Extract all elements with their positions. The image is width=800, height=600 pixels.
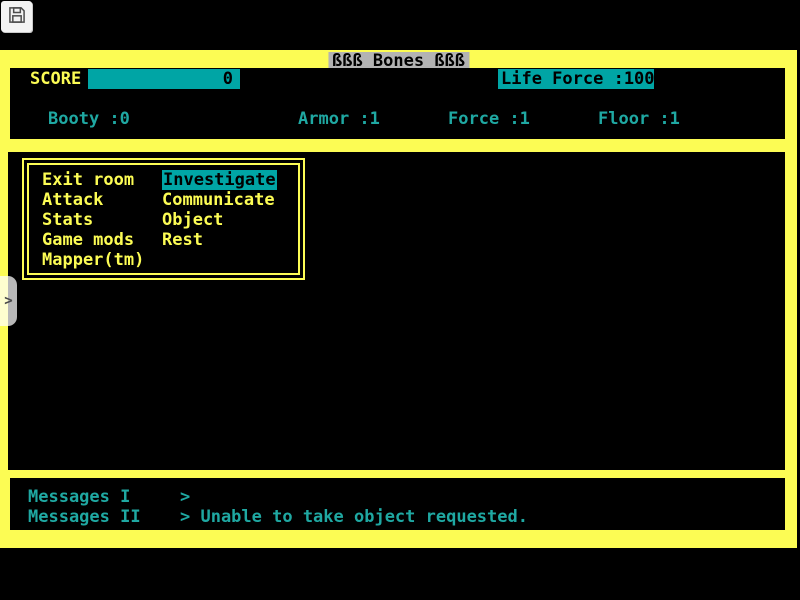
play-area: Exit room Attack Stats Game mods Mapper(… [8,152,785,470]
stat-force: Force :1 [448,109,530,129]
stat-armor: Armor :1 [298,109,380,129]
chevron-right-icon: > [4,291,12,311]
menu-item-rest[interactable]: Rest [162,230,203,250]
save-button[interactable] [1,1,32,32]
stat-booty: Booty :0 [48,109,130,129]
menu-item-exit-room[interactable]: Exit room [42,170,134,190]
drawer-handle[interactable]: > [0,276,17,326]
messages-1-text: > [180,487,190,507]
hud-panel: SCORE : 0 Life Force :100 Booty :0 Armor… [10,68,785,139]
menu-item-object[interactable]: Object [162,210,223,230]
menu-item-stats[interactable]: Stats [42,210,93,230]
score-bar: 0 [88,69,240,89]
menu-item-mapper[interactable]: Mapper(tm) [42,250,144,270]
messages-panel: Messages I > Messages II > Unable to tak… [10,478,785,530]
messages-2-text: > Unable to take object requested. [180,507,528,527]
menu-item-communicate[interactable]: Communicate [162,190,275,210]
stat-floor: Floor :1 [598,109,680,129]
life-force-indicator: Life Force :100 [498,69,654,89]
menu-item-attack[interactable]: Attack [42,190,103,210]
menu-item-investigate[interactable]: Investigate [162,170,277,190]
game-screen: ßßß Bones ßßß SCORE : 0 Life Force :100 … [0,50,797,548]
floppy-disk-icon [7,5,27,29]
menu-item-game-mods[interactable]: Game mods [42,230,134,250]
emulator-window: ßßß Bones ßßß SCORE : 0 Life Force :100 … [0,0,800,600]
messages-1-label: Messages I [28,487,130,507]
messages-2-label: Messages II [28,507,141,527]
